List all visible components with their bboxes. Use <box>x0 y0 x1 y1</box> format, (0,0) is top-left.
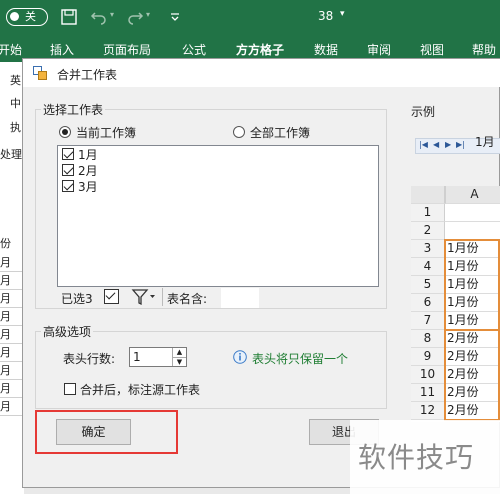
row-number: 4 <box>411 258 445 276</box>
preview-cell <box>445 222 500 240</box>
toggle-knob <box>10 12 19 21</box>
row-number: 11 <box>411 384 445 402</box>
group-1-outline <box>444 239 500 331</box>
dialog-title-bar: 合并工作表 <box>23 59 500 87</box>
bg-row: 月 <box>0 380 24 398</box>
filename-dropdown-icon[interactable]: ▾ <box>340 9 345 19</box>
bg-row: 月 <box>0 362 24 380</box>
filter-icon[interactable] <box>131 288 157 306</box>
radio-current-workbook[interactable] <box>59 126 71 138</box>
nav-first-icon: |◀ <box>419 140 428 149</box>
corner-cell <box>411 186 445 204</box>
bg-row: 月 <box>0 308 24 326</box>
stepper-up-icon[interactable]: ▲ <box>172 348 186 357</box>
tab-help[interactable]: 帮助 <box>472 41 496 58</box>
row-number: 7 <box>411 312 445 330</box>
header-rows-value: 1 <box>133 350 141 364</box>
radio-all-workbooks[interactable] <box>233 126 245 138</box>
nav-last-icon: ▶| <box>456 140 465 149</box>
tab-formulas[interactable]: 公式 <box>182 41 206 58</box>
sheet-name-contains-label: 表名含: <box>167 292 208 306</box>
sheet-name: 1月 <box>78 148 98 162</box>
bg-label: 中 <box>10 97 21 110</box>
bg-row: 月 <box>0 254 24 272</box>
row-number: 6 <box>411 294 445 312</box>
row-number: 2 <box>411 222 445 240</box>
save-icon[interactable] <box>60 9 78 25</box>
autosave-toggle[interactable]: 关 <box>6 8 48 26</box>
excel-title-bar: 关 ▾ ▾ 38 ▾ <box>0 0 500 34</box>
merge-sheets-icon <box>33 66 47 80</box>
sheet-name-filter-input[interactable] <box>221 288 259 308</box>
row-number: 1 <box>411 204 445 222</box>
tab-review[interactable]: 审阅 <box>367 41 391 58</box>
bg-row: 月 <box>0 272 24 290</box>
tab-fangfang[interactable]: 方方格子 <box>236 41 284 58</box>
info-icon <box>233 350 247 364</box>
mark-source-checkbox[interactable] <box>64 383 76 395</box>
radio-current-label: 当前工作簿 <box>76 126 137 140</box>
preview-sheet-tab: 1月 <box>475 135 495 149</box>
tab-view[interactable]: 视图 <box>420 41 444 58</box>
background-sheet: 英 中 执 处理 份 月 月 月 月 月 月 月 月 月 <box>0 62 24 494</box>
selected-count: 已选3 <box>61 292 93 306</box>
example-title: 示例 <box>411 105 436 119</box>
watermark-text: 软件技巧 <box>358 441 475 474</box>
bg-row: 月 <box>0 290 24 308</box>
sheet-checkbox[interactable] <box>62 148 74 160</box>
bg-label: 份 <box>0 237 11 250</box>
row-number: 5 <box>411 276 445 294</box>
nav-prev-icon: ◀ <box>433 140 440 149</box>
advanced-options-legend: 高级选项 <box>41 323 94 340</box>
tab-data[interactable]: 数据 <box>314 41 338 58</box>
stepper-down-icon[interactable]: ▼ <box>172 357 186 366</box>
undo-icon[interactable] <box>90 9 108 25</box>
select-sheets-legend: 选择工作表 <box>41 101 106 118</box>
toolbar-separator <box>162 288 163 306</box>
row-number: 3 <box>411 240 445 258</box>
bg-row: 月 <box>0 398 24 416</box>
preview-grid: A 1 2 3 1月份 4 1月份 5 1月份 6 1月份 7 1月份 8 2月… <box>411 186 500 422</box>
bg-label: 处理 <box>0 148 22 161</box>
ok-button-highlight <box>35 410 178 454</box>
preview-cell <box>445 204 500 222</box>
customize-toolbar-icon[interactable] <box>166 9 184 25</box>
select-all-checkbox[interactable] <box>104 289 119 304</box>
bg-label: 英 <box>10 74 21 87</box>
tab-home[interactable]: 开始 <box>0 41 22 58</box>
autosave-label: 关 <box>25 10 36 23</box>
bg-label: 执 <box>10 121 21 134</box>
row-number: 10 <box>411 366 445 384</box>
tab-insert[interactable]: 插入 <box>50 41 74 58</box>
row-number: 12 <box>411 402 445 420</box>
sheet-name: 2月 <box>78 164 98 178</box>
file-name: 38 <box>318 9 334 23</box>
dialog-title: 合并工作表 <box>57 68 118 82</box>
radio-all-label: 全部工作簿 <box>250 126 311 140</box>
tab-page-layout[interactable]: 页面布局 <box>103 41 151 58</box>
header-rows-label: 表头行数: <box>63 352 116 366</box>
group-2-outline <box>444 329 500 421</box>
sheet-checkbox[interactable] <box>62 180 74 192</box>
undo-dropdown-icon[interactable]: ▾ <box>110 10 114 19</box>
row-number: 8 <box>411 330 445 348</box>
column-header: A <box>445 186 500 204</box>
sheet-checkbox[interactable] <box>62 164 74 176</box>
sheet-list[interactable]: 1月 2月 3月 <box>57 145 379 287</box>
watermark: 软件技巧 <box>350 420 500 494</box>
header-rows-stepper[interactable]: 1 ▲ ▼ <box>129 347 187 367</box>
nav-next-icon: ▶ <box>445 140 452 149</box>
mark-source-label: 合并后，标注源工作表 <box>80 383 201 397</box>
redo-icon[interactable] <box>126 9 144 25</box>
header-info-text: 表头将只保留一个 <box>252 352 349 366</box>
bg-row: 月 <box>0 326 24 344</box>
row-number: 9 <box>411 348 445 366</box>
bg-row: 月 <box>0 344 24 362</box>
sheet-name: 3月 <box>78 180 98 194</box>
redo-dropdown-icon[interactable]: ▾ <box>146 10 150 19</box>
